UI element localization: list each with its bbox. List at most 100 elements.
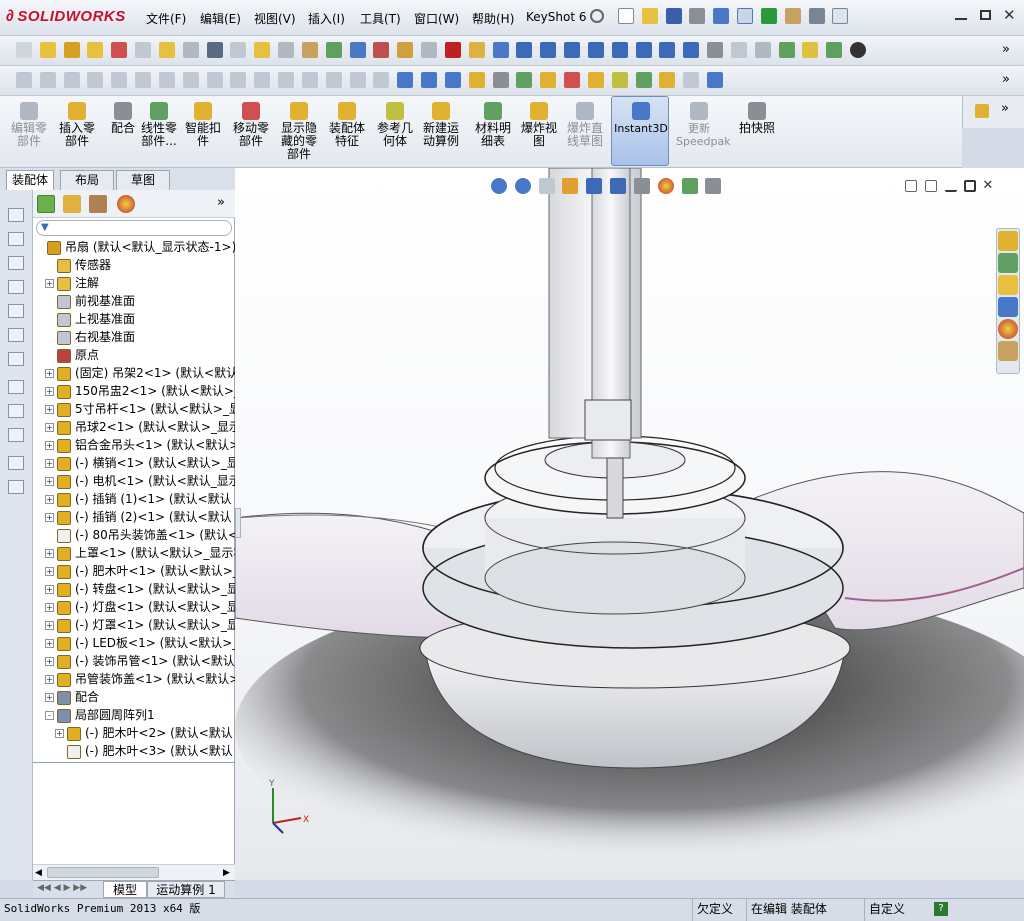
zoom-to-fit-icon[interactable] [491,178,507,194]
extend-icon[interactable] [182,72,199,88]
sketch-13-icon[interactable] [349,72,366,88]
cube-view-3-icon[interactable] [564,42,581,58]
tree-item[interactable]: (-) 肥木叶<3> (默认<默认 [33,742,235,760]
save-icon[interactable] [665,8,682,24]
tree-item[interactable]: + (固定) 吊架2<1> (默认<默认 [33,364,235,382]
move-small-icon[interactable] [564,72,581,88]
normal-to-icon[interactable] [707,42,724,58]
view-palette-icon[interactable] [998,297,1018,317]
tree-item[interactable]: + (-) 插销 (2)<1> (默认<默认 [33,508,235,526]
layout-icon[interactable] [754,42,771,58]
scroll-right-icon[interactable]: ▶ [223,868,230,878]
show-hidden-button[interactable]: 显示隐 藏的零 部件 [276,102,322,161]
sketch-tool-9-icon[interactable] [8,404,24,418]
sketch-tool-8-icon[interactable] [8,380,24,394]
sketch-1-icon[interactable] [16,72,32,88]
tree-expander-icon[interactable]: + [45,675,54,684]
tree-expander-icon[interactable]: - [45,711,54,720]
cube-view-7-icon[interactable] [659,42,676,58]
tab-model[interactable]: 模型 [103,881,147,898]
feature-manager-tab-icon[interactable] [37,195,55,213]
scroll-thumb[interactable] [47,867,159,878]
menu-insert[interactable]: 插入(I) [308,10,345,27]
tree-item[interactable]: + (-) 灯盘<1> (默认<默认>_显 [33,598,235,616]
sketch-4-icon[interactable] [87,72,104,88]
take-snapshot-button[interactable]: 拍快照 [734,102,780,135]
sketch-8-icon[interactable] [230,72,247,88]
tree-expander-icon[interactable]: + [45,387,54,396]
cube-view-8-icon[interactable] [683,42,700,58]
sketch-11-icon[interactable] [301,72,318,88]
cube-view-1-icon[interactable] [516,42,533,58]
tree-item[interactable]: + 吊管装饰盖<1> (默认<默认>_ [33,670,235,688]
trim-icon[interactable] [158,72,175,88]
sum-icon[interactable] [206,42,223,58]
sketch-tool-2-icon[interactable] [8,232,24,246]
camera-icon[interactable] [849,42,866,58]
scroll-left-icon[interactable]: ◀ [35,868,42,878]
tree-expander-icon[interactable]: + [45,423,54,432]
tree-expander-icon[interactable]: + [45,567,54,576]
tree-expander-icon[interactable]: + [45,441,54,450]
smart-fastener-button[interactable]: 智能扣 件 [180,102,226,148]
tree-item[interactable]: + (-) 转盘<1> (默认<默认>_显 [33,580,235,598]
solidworks-logo[interactable]: ∂ SOLIDWORKS [6,8,126,26]
balance-icon[interactable] [63,42,80,58]
menu-keyshot[interactable]: KeyShot 6 [526,10,586,24]
sketch-tool-6-icon[interactable] [8,328,24,342]
new-document-icon[interactable] [618,8,634,24]
sketch-tool-5-icon[interactable] [8,304,24,318]
file-properties-icon[interactable] [784,8,801,24]
open-icon[interactable] [641,8,658,24]
evaluate-icon[interactable] [373,42,390,58]
tree-expander-icon[interactable]: + [45,639,54,648]
viewport-split-icon[interactable] [924,179,937,192]
sketch-tool-12-icon[interactable] [8,480,24,494]
tree-expander-icon[interactable]: + [45,495,54,504]
tree-item[interactable]: 右视基准面 [33,328,235,346]
assembly-feature-button[interactable]: 装配体 特征 [324,102,370,148]
help-status-icon[interactable]: ? [934,902,948,916]
tree-item[interactable]: + (-) 灯罩<1> (默认<默认>_显 [33,616,235,634]
gauge-icon[interactable] [111,42,128,58]
tree-expander-icon[interactable]: + [45,279,54,288]
design-library-icon[interactable] [998,253,1018,273]
appearances-icon[interactable] [998,319,1018,339]
sketch-5-icon[interactable] [111,72,128,88]
pattern-icon[interactable] [826,42,843,58]
previous-view-icon[interactable] [538,178,555,194]
sketch-tool-3-icon[interactable] [8,256,24,270]
tree-expander-icon[interactable]: + [45,513,54,522]
warning-icon[interactable] [254,42,271,58]
exploded-view-button[interactable]: 爆炸视 图 [516,102,562,148]
toolbar-row-1-more-icon[interactable]: » [1002,42,1010,57]
spell-check-icon[interactable] [16,42,32,58]
view-3-icon[interactable] [444,72,461,88]
tree-item[interactable]: 前视基准面 [33,292,235,310]
panel-more-icon[interactable]: » [217,195,225,210]
measure-icon[interactable] [230,42,247,58]
tree-item[interactable]: (-) 80吊头装饰盖<1> (默认<< [33,526,235,544]
tree-item[interactable]: 吊扇 (默认<默认_显示状态-1>) [33,238,235,256]
tree-item[interactable]: + 吊球2<1> (默认<默认>_显示状 [33,418,235,436]
sketch-9-icon[interactable] [254,72,271,88]
viewport-tile-icon[interactable] [905,179,917,192]
linear-pattern-button[interactable]: 线性零 部件... [136,102,182,148]
close-icon[interactable]: ✕ [1003,6,1016,24]
edit-appearance-icon[interactable] [657,178,674,194]
view-1-icon[interactable] [397,72,414,88]
sketch-7-icon[interactable] [206,72,223,88]
pattern-small-icon[interactable] [516,72,533,88]
tree-expander-icon[interactable]: + [45,657,54,666]
tree-expander-icon[interactable]: + [45,585,54,594]
view-2-icon[interactable] [421,72,438,88]
sketch-10-icon[interactable] [278,72,295,88]
display-manager-tab-icon[interactable] [117,195,135,213]
resources-icon[interactable] [998,231,1018,251]
tree-item[interactable]: +150吊盅2<1> (默认<默认>_显 [33,382,235,400]
tab-sketch[interactable]: 草图 [116,170,170,190]
display-style-icon[interactable] [610,178,627,194]
sketch-6-icon[interactable] [135,72,152,88]
bom-button[interactable]: 材料明 细表 [470,102,516,148]
component-side-icon[interactable] [975,104,989,118]
